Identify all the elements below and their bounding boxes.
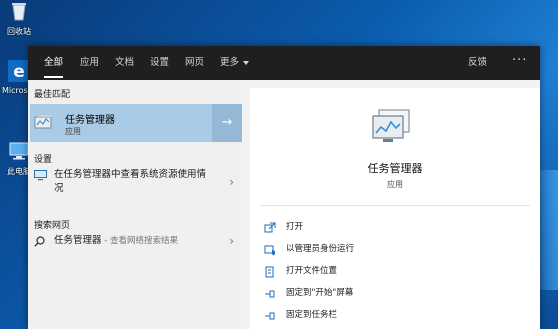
tab-all[interactable]: 全部	[44, 46, 64, 80]
task-manager-large-icon	[372, 109, 410, 142]
svg-text:e: e	[13, 62, 25, 82]
best-match-title: 任务管理器	[65, 115, 115, 126]
expand-arrow-button[interactable]: →	[212, 104, 242, 142]
tab-settings[interactable]: 设置	[150, 46, 169, 80]
search-filter-bar: 全部 应用 文档 设置 网页 更多 反馈 ···	[28, 46, 540, 80]
more-options-button[interactable]: ···	[512, 46, 527, 80]
recycle-bin-icon	[12, 3, 26, 21]
open-icon	[264, 222, 276, 233]
feedback-button[interactable]: 反馈	[468, 46, 487, 80]
best-match-subtitle: 应用	[65, 127, 81, 136]
run-as-admin-icon	[264, 245, 275, 256]
edge-icon: e	[8, 60, 30, 82]
web-search-suffix: - 查看网络搜索结果	[101, 236, 178, 246]
search-icon	[34, 236, 45, 247]
pin-to-start-icon	[265, 290, 275, 298]
settings-result-item[interactable]: 在任务管理器中查看系统资源使用情况 ›	[30, 168, 242, 202]
desktop-icon-recycle-bin[interactable]: 回收站	[2, 0, 36, 37]
task-manager-icon	[34, 115, 52, 129]
chevron-down-icon	[243, 60, 250, 65]
web-search-result-item[interactable]: 任务管理器 - 查看网络搜索结果 ›	[30, 234, 242, 250]
chevron-right-icon: ›	[229, 234, 234, 248]
best-match-open[interactable]: 任务管理器 应用	[30, 104, 210, 142]
preview-title: 任务管理器	[367, 162, 423, 175]
search-results-list: 最佳匹配 任务管理器 应用 → 设置 在任务管理器中查看系统资源使用情况 › 搜…	[28, 80, 242, 329]
arrow-right-icon: →	[221, 115, 233, 130]
best-match-item: 任务管理器 应用 →	[30, 104, 242, 142]
settings-result-label: 在任务管理器中查看系统资源使用情况	[54, 169, 207, 194]
monitor-icon	[34, 170, 47, 181]
pin-to-taskbar-icon	[265, 312, 275, 320]
section-settings: 设置	[34, 155, 53, 165]
result-preview-pane: 任务管理器 应用 打开 以管理员身份运行 打开文件位置 固定到"开始"屏幕 固定…	[250, 88, 540, 329]
web-search-query: 任务管理器	[54, 235, 102, 246]
chevron-right-icon: ›	[229, 175, 234, 189]
file-location-icon	[265, 266, 274, 278]
section-best-match: 最佳匹配	[34, 90, 71, 100]
tab-documents[interactable]: 文档	[115, 46, 134, 80]
tab-apps[interactable]: 应用	[80, 46, 99, 80]
section-web-search: 搜索网页	[34, 221, 71, 231]
this-pc-icon	[9, 142, 29, 160]
tab-web[interactable]: 网页	[185, 46, 204, 80]
preview-subtitle: 应用	[387, 180, 403, 189]
desktop-icon-label: 回收站	[7, 27, 31, 36]
tab-more[interactable]: 更多	[220, 46, 250, 80]
start-search-panel: 全部 应用 文档 设置 网页 更多 反馈 ··· 最佳匹配 任务管理器 应用 →	[28, 46, 540, 329]
divider	[260, 205, 530, 206]
